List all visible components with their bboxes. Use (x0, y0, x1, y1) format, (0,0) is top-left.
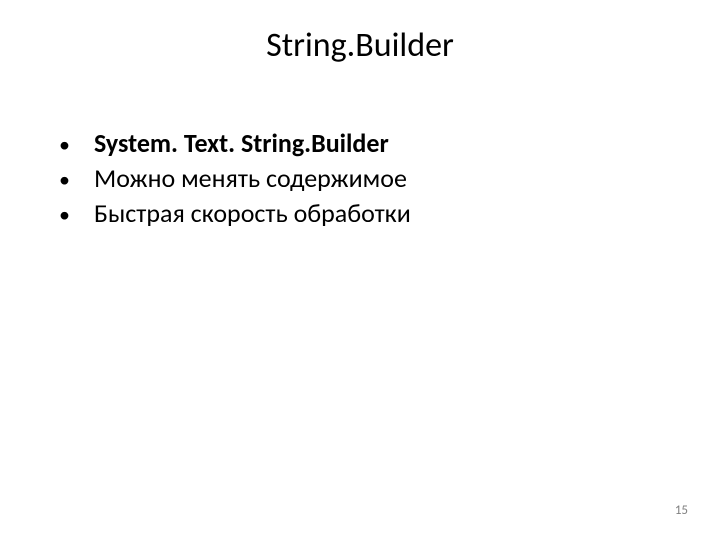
bullet-text: Можно менять содержимое (94, 161, 407, 196)
list-item: Быстрая скорость обработки (55, 196, 670, 231)
list-item: System. Text. String.Builder (55, 126, 670, 161)
page-number: 15 (675, 503, 688, 518)
bullet-list: System. Text. String.Builder Можно менят… (55, 126, 670, 231)
bullet-text: System. Text. String.Builder (94, 126, 389, 161)
slide: String.Builder System. Text. String.Buil… (0, 0, 720, 540)
list-item: Можно менять содержимое (55, 161, 670, 196)
slide-content: System. Text. String.Builder Можно менят… (50, 126, 670, 231)
slide-title: String.Builder (50, 25, 670, 66)
bullet-text: Быстрая скорость обработки (94, 196, 411, 231)
